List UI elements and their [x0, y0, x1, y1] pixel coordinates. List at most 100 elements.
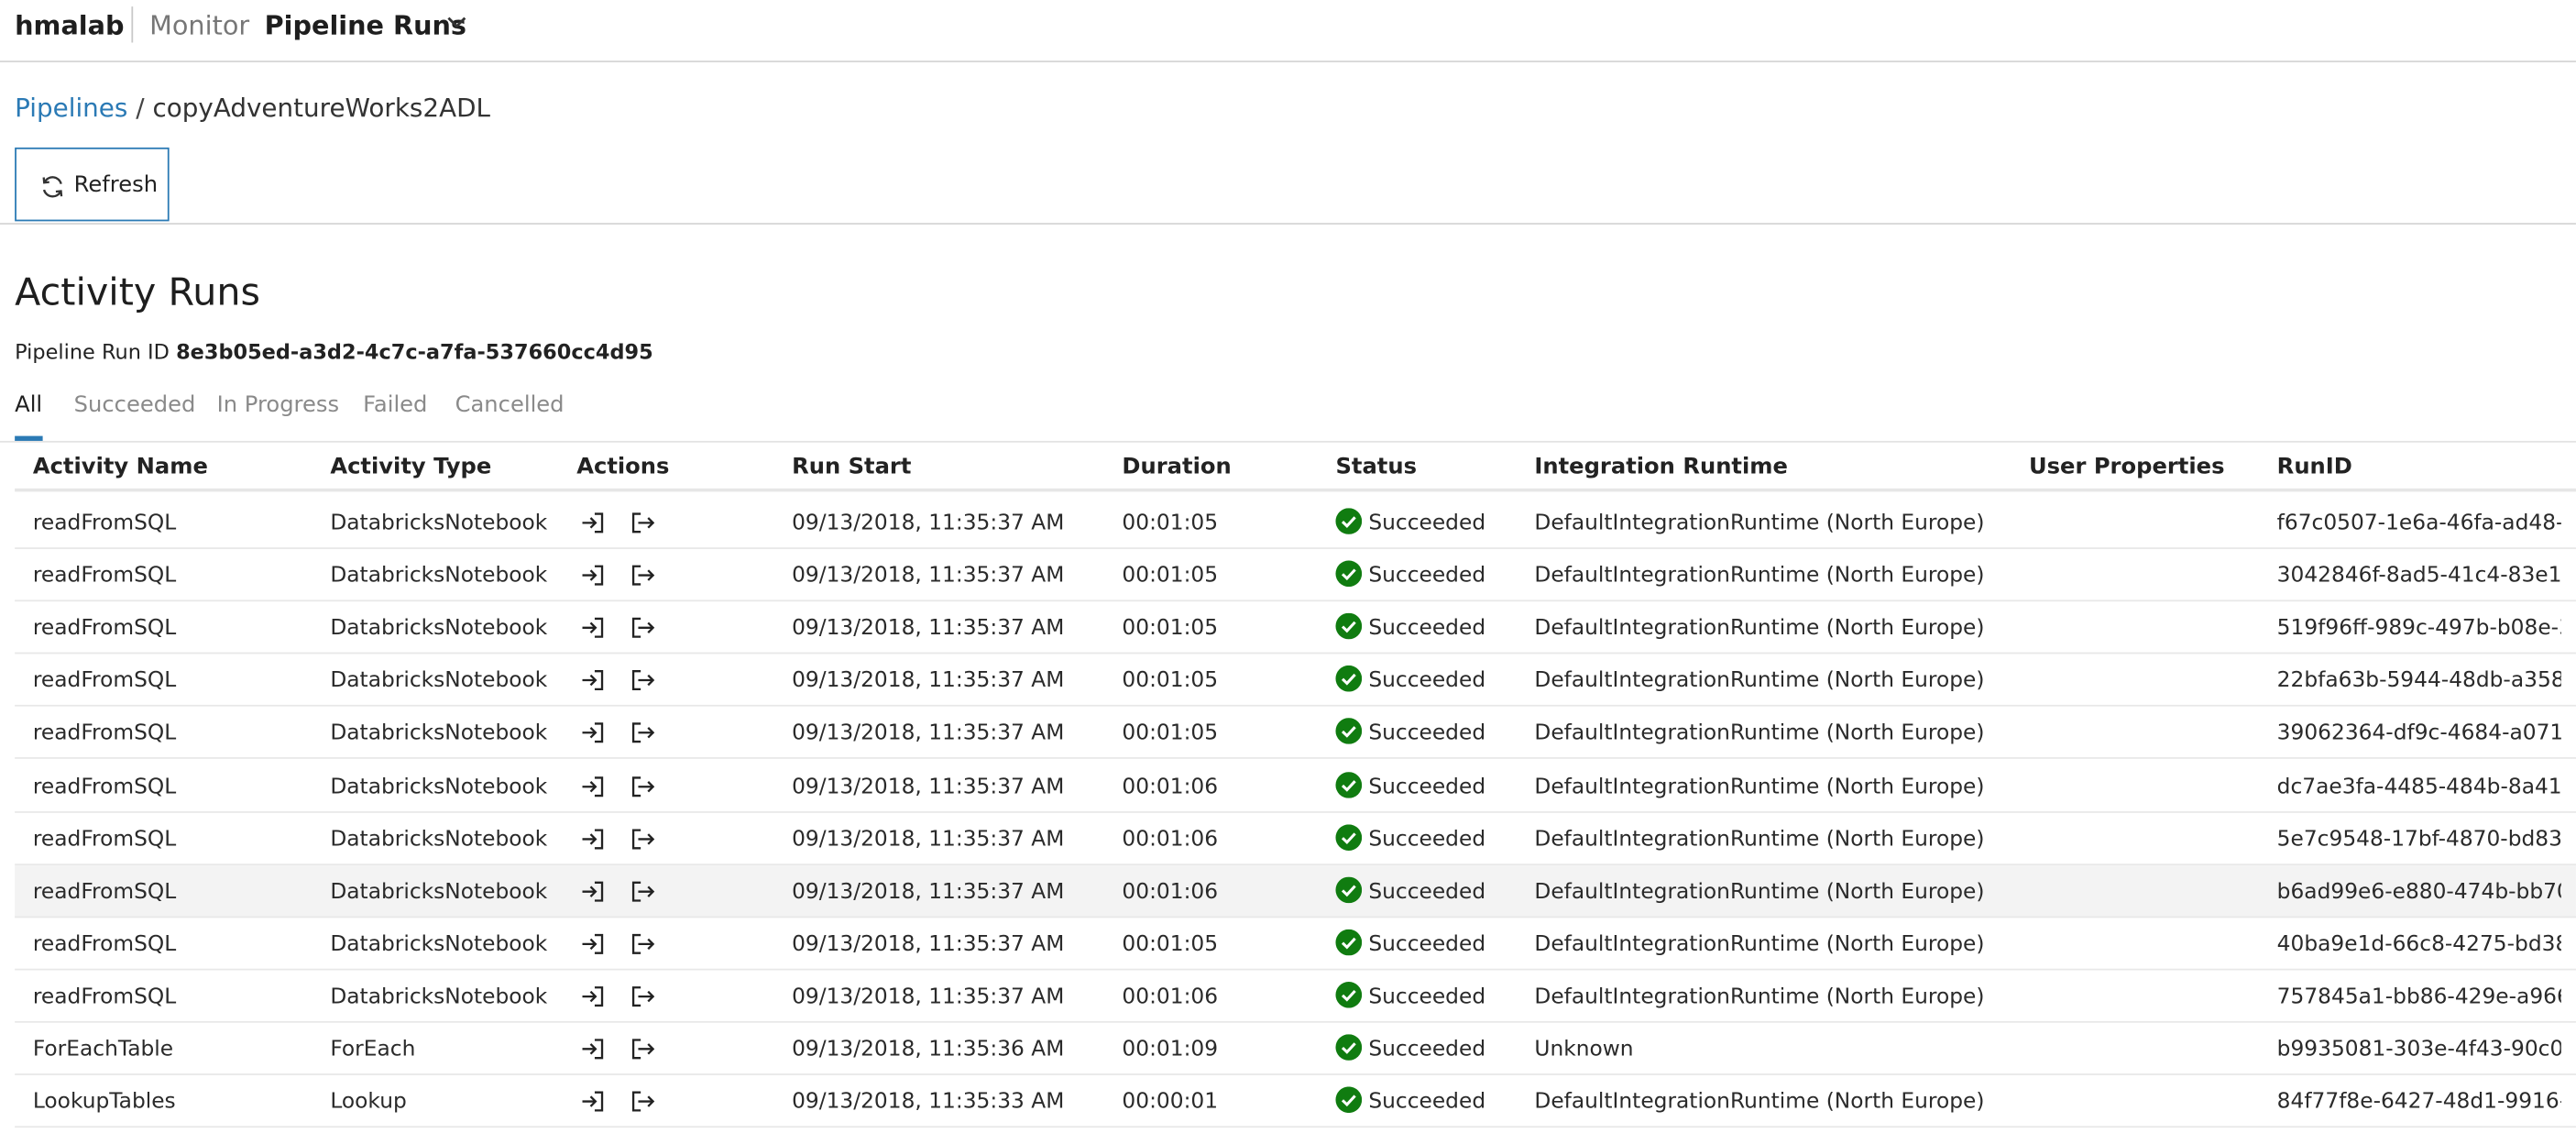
view-output-icon[interactable]	[630, 562, 656, 588]
cell-run-id: dc7ae3fa-4485-484b-8a41-88	[2276, 774, 2561, 799]
cell-activity-name[interactable]: readFromSQL	[33, 827, 176, 852]
table-row[interactable]: readFromSQL DatabricksNotebook 09/13/2018,…	[15, 654, 2576, 708]
toolbar-divider	[0, 223, 2576, 225]
tab-failed[interactable]: Failed	[363, 391, 427, 418]
cell-integration-runtime: DefaultIntegrationRuntime (North Europe)	[1534, 984, 1985, 1010]
cell-run-start: 09/13/2018, 11:35:37 AM	[792, 564, 1065, 589]
column-header-activity-type[interactable]: Activity Type	[330, 454, 491, 480]
table-row[interactable]: readFromSQL DatabricksNotebook 09/13/2018,…	[15, 812, 2576, 865]
cell-run-id: 22bfa63b-5944-48db-a358-f8	[2276, 669, 2561, 694]
view-output-icon[interactable]	[630, 615, 656, 642]
column-header-actions: Actions	[576, 454, 670, 480]
chevron-down-icon[interactable]	[445, 15, 468, 31]
table-row[interactable]: LookupTables Lookup 09/13/2018, 11:35:33 A…	[15, 1075, 2576, 1128]
table-row[interactable]: readFromSQL DatabricksNotebook 09/13/2018,…	[15, 760, 2576, 812]
table-row[interactable]: readFromSQL DatabricksNotebook 09/13/2018,…	[15, 497, 2576, 549]
cell-activity-name[interactable]: readFromSQL	[33, 932, 176, 957]
table-row[interactable]: ForEachTable ForEach 09/13/2018, 11:35:36 …	[15, 1023, 2576, 1075]
column-header-run-start[interactable]: Run Start	[792, 454, 911, 480]
cell-activity-name[interactable]: readFromSQL	[33, 669, 176, 694]
view-output-icon[interactable]	[630, 667, 656, 694]
cell-duration: 00:01:05	[1122, 669, 1219, 694]
refresh-button[interactable]: Refresh	[15, 147, 170, 222]
cell-activity-name[interactable]: ForEachTable	[33, 1038, 173, 1062]
cell-run-id: 3042846f-8ad5-41c4-83e1-74	[2276, 564, 2561, 589]
breadcrumb-current: copyAdventureWorks2ADL	[152, 93, 490, 124]
view-input-icon[interactable]	[580, 510, 607, 536]
view-input-icon[interactable]	[580, 1036, 607, 1062]
run-id-label: Pipeline Run ID	[15, 339, 170, 364]
cell-activity-name[interactable]: readFromSQL	[33, 984, 176, 1009]
check-circle-icon	[1335, 718, 1363, 745]
view-input-icon[interactable]	[580, 615, 607, 642]
nav-pipeline-runs[interactable]: Pipeline Runs	[265, 10, 466, 41]
cell-run-start: 09/13/2018, 11:35:37 AM	[792, 774, 1065, 799]
cell-activity-name[interactable]: LookupTables	[33, 1090, 176, 1115]
cell-duration: 00:01:05	[1122, 564, 1219, 589]
page-title: Activity Runs	[15, 271, 261, 315]
cell-integration-runtime: DefaultIntegrationRuntime (North Europe)	[1534, 564, 1985, 589]
view-output-icon[interactable]	[630, 720, 656, 747]
view-output-icon[interactable]	[630, 1088, 656, 1115]
cell-status: Succeeded	[1368, 511, 1486, 536]
tab-in-progress[interactable]: In Progress	[217, 391, 339, 418]
view-input-icon[interactable]	[580, 562, 607, 588]
view-output-icon[interactable]	[630, 984, 656, 1010]
column-header-duration[interactable]: Duration	[1122, 454, 1231, 480]
check-circle-icon	[1335, 1034, 1363, 1061]
view-input-icon[interactable]	[580, 878, 607, 905]
table-row[interactable]: readFromSQL DatabricksNotebook 09/13/2018,…	[15, 970, 2576, 1023]
column-header-run-id[interactable]: RunID	[2277, 454, 2352, 480]
cell-run-start: 09/13/2018, 11:35:37 AM	[792, 984, 1065, 1010]
cell-status: Succeeded	[1368, 932, 1486, 957]
view-input-icon[interactable]	[580, 984, 607, 1010]
view-input-icon[interactable]	[580, 1088, 607, 1115]
cell-run-id: f67c0507-1e6a-46fa-ad48-8c	[2276, 511, 2561, 536]
view-output-icon[interactable]	[630, 773, 656, 799]
view-output-icon[interactable]	[630, 930, 656, 957]
check-circle-icon	[1335, 508, 1363, 534]
view-input-icon[interactable]	[580, 825, 607, 852]
refresh-icon	[42, 176, 63, 198]
tab-succeeded[interactable]: Succeeded	[74, 391, 196, 418]
column-header-activity-name[interactable]: Activity Name	[33, 454, 208, 480]
view-input-icon[interactable]	[580, 720, 607, 747]
cell-duration: 00:01:06	[1122, 827, 1219, 852]
table-row[interactable]: readFromSQL DatabricksNotebook 09/13/2018,…	[15, 707, 2576, 760]
cell-activity-name[interactable]: readFromSQL	[33, 775, 176, 799]
tab-all[interactable]: All	[15, 391, 42, 418]
nav-monitor[interactable]: Monitor	[149, 10, 249, 41]
tab-cancelled[interactable]: Cancelled	[455, 391, 565, 418]
table-row[interactable]: readFromSQL DatabricksNotebook 09/13/2018,…	[15, 864, 2576, 918]
cell-activity-type: DatabricksNotebook	[330, 564, 548, 589]
cell-status: Succeeded	[1368, 616, 1486, 642]
cell-integration-runtime: DefaultIntegrationRuntime (North Europe)	[1534, 721, 1985, 747]
table-row[interactable]: readFromSQL DatabricksNotebook 09/13/2018,…	[15, 549, 2576, 602]
breadcrumb-pipelines-link[interactable]: Pipelines	[15, 94, 127, 123]
cell-activity-name[interactable]: readFromSQL	[33, 880, 176, 905]
view-input-icon[interactable]	[580, 773, 607, 799]
column-header-integration-runtime[interactable]: Integration Runtime	[1534, 454, 1788, 480]
view-output-icon[interactable]	[630, 510, 656, 536]
view-input-icon[interactable]	[580, 667, 607, 694]
column-header-status[interactable]: Status	[1335, 454, 1417, 480]
breadcrumb: Pipelines / copyAdventureWorks2ADL	[15, 94, 490, 123]
view-output-icon[interactable]	[630, 825, 656, 852]
view-output-icon[interactable]	[630, 1036, 656, 1062]
table-row[interactable]: readFromSQL DatabricksNotebook 09/13/2018,…	[15, 602, 2576, 654]
cell-run-id: 5e7c9548-17bf-4870-bd83-ca	[2276, 827, 2561, 852]
check-circle-icon	[1335, 929, 1363, 956]
table-row[interactable]: readFromSQL DatabricksNotebook 09/13/2018,…	[15, 918, 2576, 971]
view-output-icon[interactable]	[630, 878, 656, 905]
view-input-icon[interactable]	[580, 930, 607, 957]
cell-activity-name[interactable]: readFromSQL	[33, 617, 176, 642]
column-header-user-properties: User Properties	[2028, 454, 2225, 480]
cell-run-start: 09/13/2018, 11:35:37 AM	[792, 932, 1065, 957]
app-frame: hmalab Monitor Pipeline Runs Pipelines /…	[0, 0, 2576, 1144]
brand-name[interactable]: hmalab	[15, 10, 124, 41]
cell-activity-name[interactable]: readFromSQL	[33, 721, 176, 746]
cell-activity-name[interactable]: readFromSQL	[33, 512, 176, 536]
cell-activity-name[interactable]: readFromSQL	[33, 564, 176, 588]
breadcrumb-separator: /	[136, 93, 145, 124]
cell-activity-type: DatabricksNotebook	[330, 827, 548, 852]
